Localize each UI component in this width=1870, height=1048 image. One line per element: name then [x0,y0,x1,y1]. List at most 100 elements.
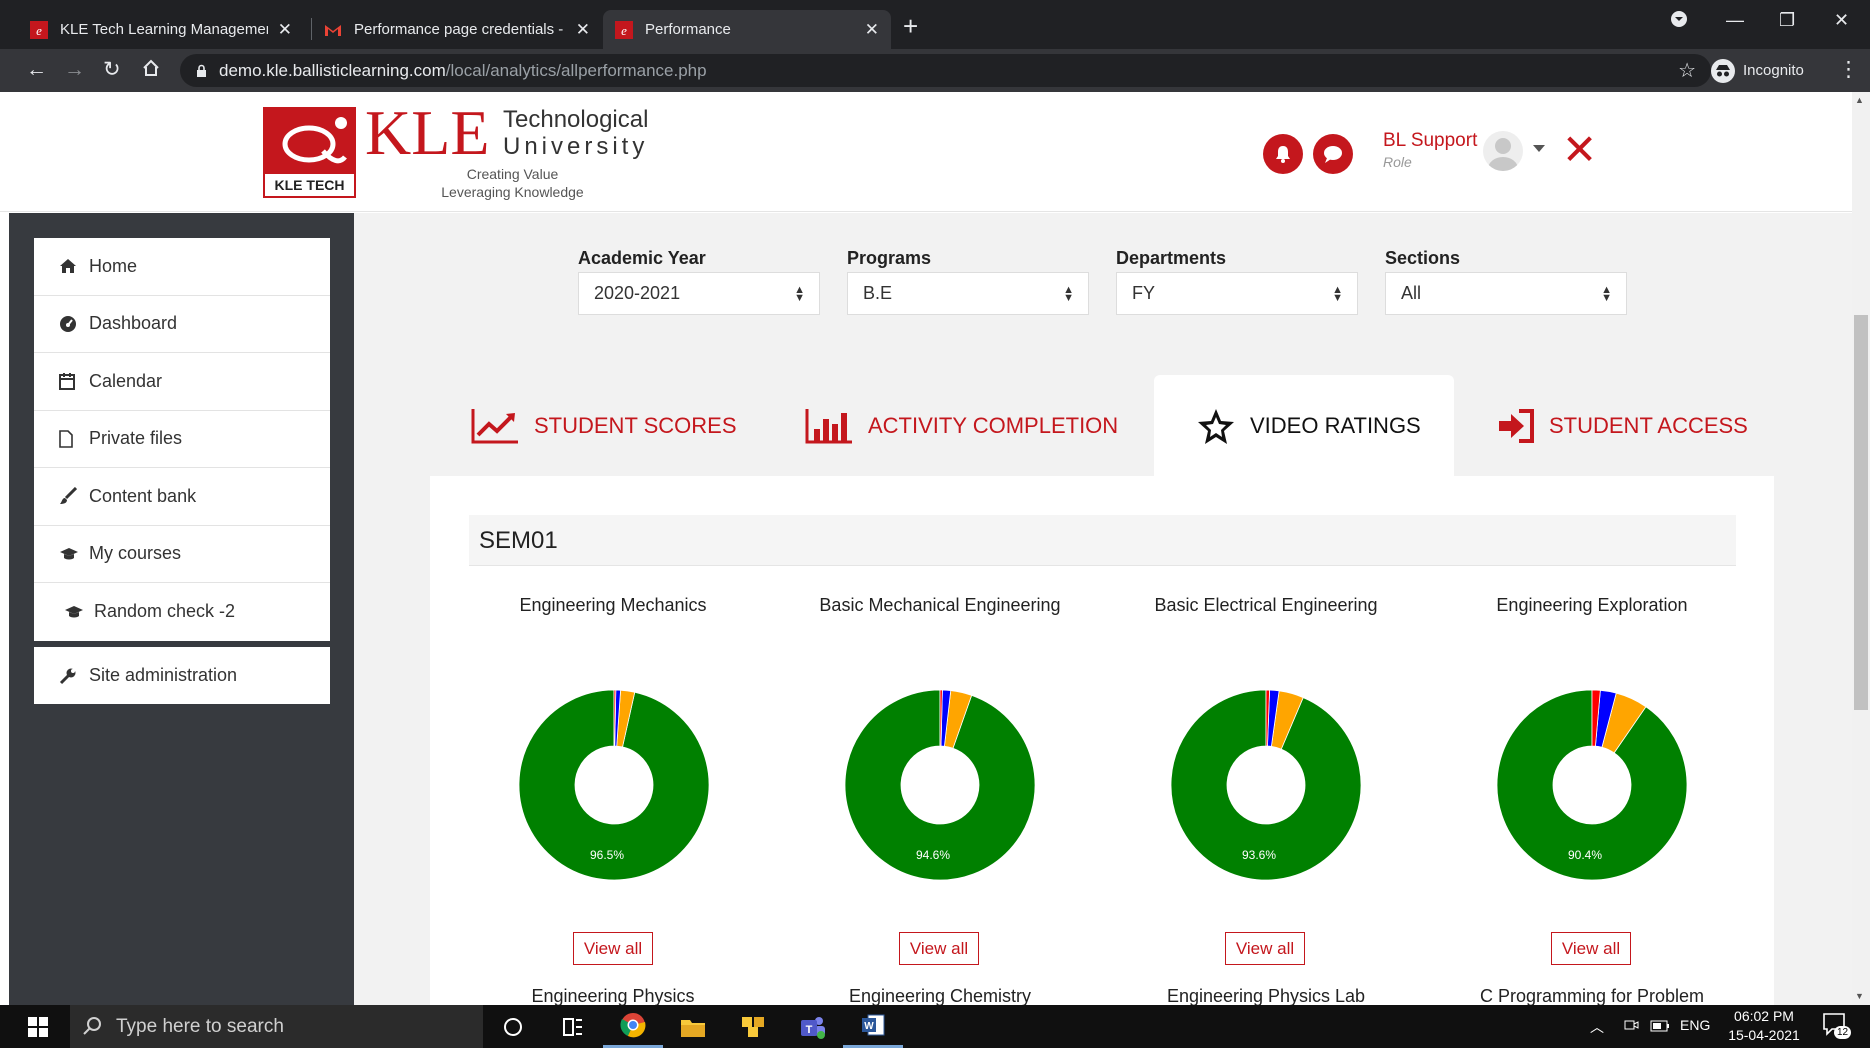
browser-tab-lms[interactable]: e KLE Tech Learning Management S ✕ [18,10,304,49]
meet-now-icon[interactable] [1623,1017,1639,1038]
reload-icon[interactable]: ↻ [103,58,121,82]
language-indicator[interactable]: ENG [1680,1017,1710,1033]
tab-activity-completion[interactable]: ACTIVITY COMPLETION [804,375,1134,476]
tab-student-access[interactable]: STUDENT ACCESS [1497,375,1757,476]
url-bar[interactable]: demo.kle.ballisticlearning.com/local/ana… [180,54,1711,87]
academic-year-select[interactable]: 2020-2021 ▲ ▼ [578,272,820,315]
sidebar-item-random-check[interactable]: Random check -2 [34,583,330,641]
logo-technological-text: Technological [503,106,649,133]
kle-logo[interactable]: KLE TECH [263,107,356,198]
logo-badge-text: KLE TECH [265,174,354,196]
clock-date: 15-04-2021 [1728,1027,1800,1043]
user-name[interactable]: BL Support [1383,130,1477,152]
forward-icon[interactable]: → [64,58,85,82]
star-icon [1196,407,1236,445]
sidebar-item-dashboard[interactable]: Dashboard [34,296,330,353]
svg-text:W: W [864,1021,874,1032]
restore-icon[interactable]: ❐ [1779,10,1795,31]
messages-button[interactable] [1313,134,1353,174]
browser-tab-gmail[interactable]: Performance page credentials - u ✕ [312,10,602,49]
home-browser-icon[interactable] [141,58,161,84]
taskbar-search-input[interactable]: Type here to search [70,1005,483,1048]
cortana-icon[interactable] [483,1005,543,1048]
close-icon[interactable]: ✕ [1562,129,1597,171]
lock-icon [196,64,207,78]
line-chart-icon [470,407,520,445]
battery-icon[interactable] [1650,1019,1670,1037]
user-avatar-icon [1488,138,1518,171]
tray-chevron-icon[interactable]: ︿ [1590,1017,1604,1037]
sections-select[interactable]: All ▲ ▼ [1385,272,1627,315]
close-tab-icon[interactable]: ✕ [278,20,292,40]
sticky-notes-icon[interactable] [723,1005,783,1048]
select-arrows-icon: ▲ ▼ [794,284,805,304]
file-icon [59,429,81,448]
course-title: Engineering Exploration [1496,595,1688,615]
url-host: demo.kle.ballisticlearning.com [219,60,446,80]
course-title: C Programming for Problem [1479,986,1705,1006]
graduation-cap-icon [64,604,86,620]
departments-select[interactable]: FY ▲ ▼ [1116,272,1358,315]
browser-menu-icon[interactable]: ⋮ [1838,58,1859,82]
close-window-icon[interactable]: ✕ [1834,10,1849,31]
scroll-up-icon[interactable]: ▲ [1855,95,1864,105]
sign-in-icon [1497,408,1535,444]
incognito-indicator[interactable]: Incognito [1711,54,1804,87]
sidebar-item-content-bank[interactable]: Content bank [34,468,330,526]
teams-icon[interactable]: T [783,1005,843,1048]
clock[interactable]: 06:02 PM 15-04-2021 [1724,1007,1804,1045]
donut-data-label: 96.5% [590,848,624,862]
scroll-down-icon[interactable]: ▼ [1855,991,1864,1001]
close-tab-icon[interactable]: ✕ [576,20,590,40]
sidebar-item-label: Dashboard [89,313,178,334]
chrome-taskbar-icon[interactable] [603,1005,663,1048]
sidebar-item-label: Content bank [89,485,197,506]
avatar[interactable] [1483,131,1523,171]
gmail-icon [324,21,342,39]
sidebar-menu: Home Dashboard Calendar Private files Co… [34,238,330,641]
view-all-button[interactable]: View all [1551,932,1631,965]
view-all-button[interactable]: View all [899,932,979,965]
departments-label: Departments [1116,248,1227,268]
file-explorer-icon[interactable] [663,1005,723,1048]
incognito-icon [1711,58,1735,83]
sidebar-item-site-administration[interactable]: Site administration [34,647,330,704]
sidebar-item-calendar[interactable]: Calendar [34,353,330,411]
notifications-button[interactable] [1263,134,1303,174]
view-all-button[interactable]: View all [1225,932,1305,965]
sidebar-item-my-courses[interactable]: My courses [34,526,330,583]
calendar-icon [59,372,81,391]
tab-student-scores[interactable]: STUDENT SCORES [470,375,740,476]
svg-text:e: e [621,23,627,38]
sidebar-item-label: Site administration [89,665,238,685]
close-tab-icon[interactable]: ✕ [865,20,879,40]
browser-tab-performance[interactable]: e Performance ✕ [603,10,891,49]
action-center-icon[interactable]: 12 [1822,1012,1852,1042]
sidebar-item-home[interactable]: Home [34,238,330,296]
windows-start-icon[interactable] [8,1005,68,1048]
logo-university-text: University [503,133,649,160]
course-title: Basic Electrical Engineering [1154,595,1378,615]
logo-tagline: Creating Value Leveraging Knowledge [430,165,595,201]
browser-tab-strip: e KLE Tech Learning Management S ✕ Perfo… [0,0,1870,49]
minimize-icon[interactable]: — [1726,10,1744,31]
view-all-button[interactable]: View all [573,932,653,965]
back-icon[interactable]: ← [26,58,47,82]
task-view-icon[interactable] [543,1005,603,1048]
new-tab-button[interactable]: + [903,13,918,39]
scrollbar-thumb[interactable] [1854,315,1868,710]
word-icon[interactable]: W [843,1005,903,1048]
brush-icon [59,487,81,505]
tab-search-icon[interactable] [1670,10,1688,33]
user-menu-caret-icon[interactable] [1533,145,1545,152]
programs-select[interactable]: B.E ▲ ▼ [847,272,1089,315]
tab-label: VIDEO RATINGS [1250,412,1421,438]
url-path: /local/analytics/allperformance.php [445,60,707,80]
sidebar-item-private-files[interactable]: Private files [34,411,330,468]
notification-count-badge: 12 [1834,1026,1852,1039]
tab-video-ratings[interactable]: VIDEO RATINGS [1154,375,1454,476]
wrench-icon [59,667,81,685]
dashboard-icon [59,315,81,333]
bookmark-star-icon[interactable]: ☆ [1678,58,1696,83]
academic-year-value: 2020-2021 [594,283,681,303]
